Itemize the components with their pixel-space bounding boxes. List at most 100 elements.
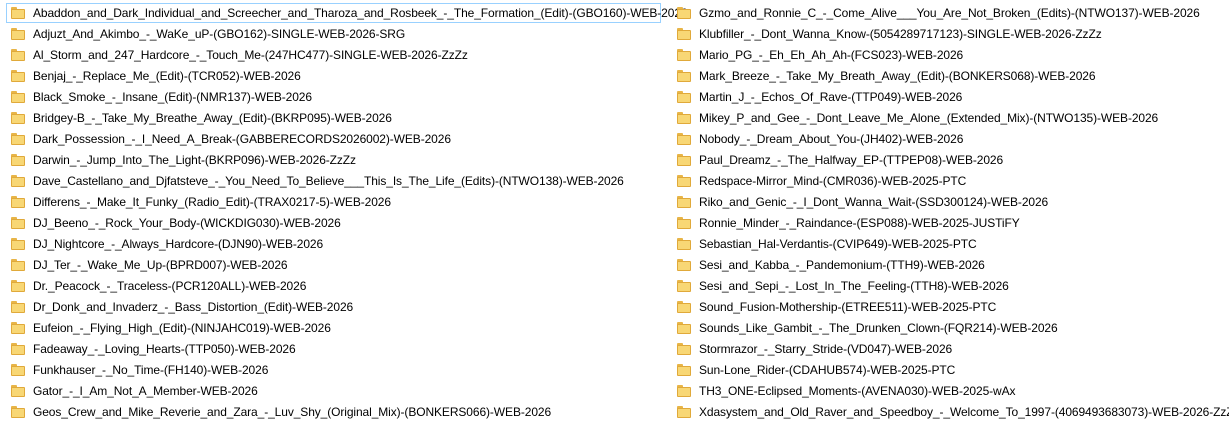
folder-item[interactable]: TH3_ONE-Eclipsed_Moments-(AVENA030)-WEB-… bbox=[672, 381, 1224, 401]
folder-icon bbox=[11, 28, 25, 40]
folder-icon bbox=[677, 28, 691, 40]
folder-icon bbox=[11, 196, 25, 208]
folder-name: Stormrazor_-_Starry_Stride-(VD047)-WEB-2… bbox=[699, 342, 953, 356]
folder-item[interactable]: Mikey_P_and_Gee_-_Dont_Leave_Me_Alone_(E… bbox=[672, 108, 1224, 128]
folder-item[interactable]: Al_Storm_and_247_Hardcore_-_Touch_Me-(24… bbox=[6, 45, 661, 65]
folder-item[interactable]: Dr_Donk_and_Invaderz_-_Bass_Distortion_(… bbox=[6, 297, 661, 317]
folder-item[interactable]: Darwin_-_Jump_Into_The_Light-(BKRP096)-W… bbox=[6, 150, 661, 170]
folder-name: Mark_Breeze_-_Take_My_Breath_Away_(Edit)… bbox=[699, 69, 1096, 83]
folder-item[interactable]: Riko_and_Genic_-_I_Dont_Wanna_Wait-(SSD3… bbox=[672, 192, 1224, 212]
folder-icon bbox=[677, 280, 691, 292]
folder-icon bbox=[677, 406, 691, 418]
folder-icon bbox=[677, 196, 691, 208]
folder-icon bbox=[677, 7, 691, 19]
folder-item[interactable]: Mark_Breeze_-_Take_My_Breath_Away_(Edit)… bbox=[672, 66, 1224, 86]
folder-item[interactable]: Eufeion_-_Flying_High_(Edit)-(NINJAHC019… bbox=[6, 318, 661, 338]
folder-item[interactable]: Xdasystem_and_Old_Raver_and_Speedboy_-_W… bbox=[672, 402, 1229, 422]
folder-item[interactable]: Martin_J_-_Echos_Of_Rave-(TTP049)-WEB-20… bbox=[672, 87, 1224, 107]
folder-item[interactable]: Dr._Peacock_-_Traceless-(PCR120ALL)-WEB-… bbox=[6, 276, 661, 296]
folder-item[interactable]: Nobody_-_Dream_About_You-(JH402)-WEB-202… bbox=[672, 129, 1224, 149]
folder-name: Black_Smoke_-_Insane_(Edit)-(NMR137)-WEB… bbox=[33, 90, 312, 104]
folder-icon bbox=[11, 280, 25, 292]
folder-item[interactable]: Bridgey-B_-_Take_My_Breathe_Away_(Edit)-… bbox=[6, 108, 661, 128]
folder-icon bbox=[11, 385, 25, 397]
folder-icon bbox=[11, 154, 25, 166]
folder-item[interactable]: Gzmo_and_Ronnie_C_-_Come_Alive___You_Are… bbox=[672, 3, 1224, 23]
folder-name: Al_Storm_and_247_Hardcore_-_Touch_Me-(24… bbox=[33, 48, 468, 62]
folder-name: Gator_-_I_Am_Not_A_Member-WEB-2026 bbox=[33, 384, 258, 398]
folder-name: TH3_ONE-Eclipsed_Moments-(AVENA030)-WEB-… bbox=[699, 384, 1016, 398]
folder-item[interactable]: DJ_Ter_-_Wake_Me_Up-(BPRD007)-WEB-2026 bbox=[6, 255, 661, 275]
folder-icon bbox=[677, 364, 691, 376]
folder-icon bbox=[677, 70, 691, 82]
folder-name: Martin_J_-_Echos_Of_Rave-(TTP049)-WEB-20… bbox=[699, 90, 963, 104]
folder-item[interactable]: Adjuzt_And_Akimbo_-_WaKe_uP-(GBO162)-SIN… bbox=[6, 24, 661, 44]
folder-name: Funkhauser_-_No_Time-(FH140)-WEB-2026 bbox=[33, 363, 269, 377]
folder-name: Riko_and_Genic_-_I_Dont_Wanna_Wait-(SSD3… bbox=[699, 195, 1049, 209]
folder-icon bbox=[11, 301, 25, 313]
folder-name: Sun-Lone_Rider-(CDAHUB574)-WEB-2025-PTC bbox=[699, 363, 956, 377]
folder-icon bbox=[677, 49, 691, 61]
folder-name: Ronnie_Minder_-_Raindance-(ESP088)-WEB-2… bbox=[699, 216, 1020, 230]
folder-name: Dr_Donk_and_Invaderz_-_Bass_Distortion_(… bbox=[33, 300, 354, 314]
folder-item[interactable]: Klubfiller_-_Dont_Wanna_Know-(5054289717… bbox=[672, 24, 1224, 44]
folder-item[interactable]: Sound_Fusion-Mothership-(ETREE511)-WEB-2… bbox=[672, 297, 1224, 317]
folder-icon bbox=[11, 133, 25, 145]
folder-icon bbox=[677, 112, 691, 124]
folder-item[interactable]: Fadeaway_-_Loving_Hearts-(TTP050)-WEB-20… bbox=[6, 339, 661, 359]
folder-item[interactable]: Differens_-_Make_It_Funky_(Radio_Edit)-(… bbox=[6, 192, 661, 212]
folder-icon bbox=[11, 322, 25, 334]
folder-icon bbox=[677, 91, 691, 103]
folder-item[interactable]: Geos_Crew_and_Mike_Reverie_and_Zara_-_Lu… bbox=[6, 402, 661, 422]
folder-icon bbox=[677, 301, 691, 313]
folder-name: Abaddon_and_Dark_Individual_and_Screeche… bbox=[33, 6, 688, 20]
folder-icon bbox=[677, 322, 691, 334]
folder-name: Adjuzt_And_Akimbo_-_WaKe_uP-(GBO162)-SIN… bbox=[33, 27, 406, 41]
folder-item[interactable]: Stormrazor_-_Starry_Stride-(VD047)-WEB-2… bbox=[672, 339, 1224, 359]
folder-name: DJ_Ter_-_Wake_Me_Up-(BPRD007)-WEB-2026 bbox=[33, 258, 288, 272]
folder-item[interactable]: Redspace-Mirror_Mind-(CMR036)-WEB-2025-P… bbox=[672, 171, 1224, 191]
folder-item[interactable]: Sesi_and_Kabba_-_Pandemonium-(TTH9)-WEB-… bbox=[672, 255, 1224, 275]
folder-item[interactable]: Abaddon_and_Dark_Individual_and_Screeche… bbox=[6, 3, 688, 23]
folder-item[interactable]: Benjaj_-_Replace_Me_(Edit)-(TCR052)-WEB-… bbox=[6, 66, 661, 86]
folder-name: DJ_Beeno_-_Rock_Your_Body-(WICKDIG030)-W… bbox=[33, 216, 341, 230]
folder-name: Differens_-_Make_It_Funky_(Radio_Edit)-(… bbox=[33, 195, 391, 209]
folder-name: Sesi_and_Sepi_-_Lost_In_The_Feeling-(TTH… bbox=[699, 279, 1009, 293]
folder-icon bbox=[677, 154, 691, 166]
folder-icon bbox=[11, 343, 25, 355]
folder-item[interactable]: Sounds_Like_Gambit_-_The_Drunken_Clown-(… bbox=[672, 318, 1224, 338]
folder-name: Mikey_P_and_Gee_-_Dont_Leave_Me_Alone_(E… bbox=[699, 111, 1159, 125]
folder-name: Dr._Peacock_-_Traceless-(PCR120ALL)-WEB-… bbox=[33, 279, 307, 293]
folder-item[interactable]: Sesi_and_Sepi_-_Lost_In_The_Feeling-(TTH… bbox=[672, 276, 1224, 296]
folder-item[interactable]: Gator_-_I_Am_Not_A_Member-WEB-2026 bbox=[6, 381, 661, 401]
folder-icon bbox=[677, 175, 691, 187]
folder-item[interactable]: Ronnie_Minder_-_Raindance-(ESP088)-WEB-2… bbox=[672, 213, 1224, 233]
folder-item[interactable]: Sebastian_Hal-Verdantis-(CVIP649)-WEB-20… bbox=[672, 234, 1224, 254]
folder-icon bbox=[11, 238, 25, 250]
folder-icon bbox=[11, 217, 25, 229]
folder-icon bbox=[677, 133, 691, 145]
folder-item[interactable]: Mario_PG_-_Eh_Eh_Ah_Ah-(FCS023)-WEB-2026 bbox=[672, 45, 1224, 65]
folder-icon bbox=[11, 259, 25, 271]
folder-item[interactable]: DJ_Nightcore_-_Always_Hardcore-(DJN90)-W… bbox=[6, 234, 661, 254]
folder-item[interactable]: Funkhauser_-_No_Time-(FH140)-WEB-2026 bbox=[6, 360, 661, 380]
folder-item[interactable]: Dave_Castellano_and_Djfatsteve_-_You_Nee… bbox=[6, 171, 661, 191]
folder-icon bbox=[11, 70, 25, 82]
folder-name: Sebastian_Hal-Verdantis-(CVIP649)-WEB-20… bbox=[699, 237, 977, 251]
folder-name: Eufeion_-_Flying_High_(Edit)-(NINJAHC019… bbox=[33, 321, 331, 335]
folder-item[interactable]: DJ_Beeno_-_Rock_Your_Body-(WICKDIG030)-W… bbox=[6, 213, 661, 233]
folder-item[interactable]: Dark_Possession_-_I_Need_A_Break-(GABBER… bbox=[6, 129, 661, 149]
folder-name: DJ_Nightcore_-_Always_Hardcore-(DJN90)-W… bbox=[33, 237, 324, 251]
folder-item[interactable]: Black_Smoke_-_Insane_(Edit)-(NMR137)-WEB… bbox=[6, 87, 661, 107]
folder-name: Bridgey-B_-_Take_My_Breathe_Away_(Edit)-… bbox=[33, 111, 392, 125]
folder-icon bbox=[677, 238, 691, 250]
file-list-column-left: Abaddon_and_Dark_Individual_and_Screeche… bbox=[6, 3, 688, 423]
file-list: Abaddon_and_Dark_Individual_and_Screeche… bbox=[0, 0, 1229, 429]
folder-name: Nobody_-_Dream_About_You-(JH402)-WEB-202… bbox=[699, 132, 964, 146]
folder-item[interactable]: Sun-Lone_Rider-(CDAHUB574)-WEB-2025-PTC bbox=[672, 360, 1224, 380]
folder-icon bbox=[11, 406, 25, 418]
folder-name: Klubfiller_-_Dont_Wanna_Know-(5054289717… bbox=[699, 27, 1102, 41]
folder-icon bbox=[11, 112, 25, 124]
folder-item[interactable]: Paul_Dreamz_-_The_Halfway_EP-(TTPEP08)-W… bbox=[672, 150, 1224, 170]
folder-icon bbox=[11, 175, 25, 187]
